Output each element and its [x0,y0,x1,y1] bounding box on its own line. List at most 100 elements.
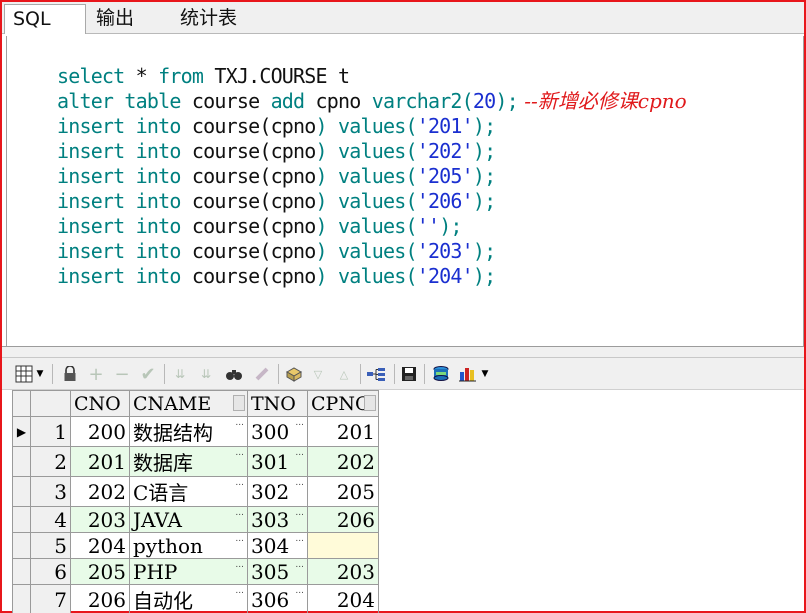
column-menu-button[interactable] [233,395,245,411]
chart-icon[interactable] [458,364,478,384]
table-row[interactable]: 6 205 PHP... 305... 203 [12,558,379,585]
table-row[interactable]: 4 203 JAVA... 303... 206 [12,506,379,533]
cell-ellipsis-button[interactable]: ... [295,509,304,518]
tab-bar: SQL 输出 统计表 [2,2,804,34]
current-row-indicator-icon: ▶ [12,416,31,447]
delete-record-icon[interactable]: − [112,364,132,385]
cell-cpno[interactable]: 206 [307,506,379,533]
table-row[interactable]: 3 202 C语言... 302... 205 [12,476,379,507]
result-grid: CNO CNAME TNO CPNO ▶ 1 200 数据结构... 300..… [12,390,379,613]
last-icon[interactable]: ⇊ [196,364,216,384]
tab-statistics[interactable]: 统计表 [172,4,245,34]
cell-cname[interactable]: C语言... [129,476,248,507]
cell-tno[interactable]: 303... [247,506,308,533]
cell-cpno[interactable]: 205 [307,476,379,507]
cell-cpno[interactable]: 202 [307,446,379,477]
code-line-9: insert into course(cpno) values('204'); [56,264,496,288]
column-header-tno[interactable]: TNO [247,390,308,417]
pane-splitter[interactable] [2,346,804,358]
tab-sql[interactable]: SQL [4,4,86,34]
cell-tno[interactable]: 302... [247,476,308,507]
sql-editor[interactable]: select * from TXJ.COURSE t alter table c… [6,36,804,346]
cell-cno[interactable]: 206 [70,584,130,613]
cell-cname[interactable]: PHP... [129,558,248,585]
cell-ellipsis-button[interactable]: ... [295,449,304,458]
cell-tno[interactable]: 301... [247,446,308,477]
grid-icon[interactable] [14,364,34,384]
clear-icon[interactable] [252,364,272,384]
cell-ellipsis-button[interactable]: ... [295,587,304,596]
grid-header-row: CNO CNAME TNO CPNO [12,390,379,417]
cell-tno[interactable]: 306... [247,584,308,613]
cell-ellipsis-button[interactable]: ... [235,449,244,458]
cell-tno[interactable]: 300... [247,416,308,447]
cell-ellipsis-button[interactable]: ... [235,509,244,518]
table-row[interactable]: 2 201 数据库... 301... 202 [12,446,379,477]
cell-cno[interactable]: 200 [70,416,130,447]
code-line-6: insert into course(cpno) values('206'); [56,189,496,213]
add-record-icon[interactable]: + [86,364,106,385]
row-number: 2 [30,446,71,477]
table-row[interactable]: 5 204 python... 304... [12,532,379,559]
cell-cpno[interactable] [307,532,379,559]
cell-cpno[interactable]: 204 [307,584,379,613]
code-line-1: select * from TXJ.COURSE t [56,64,350,88]
column-menu-button[interactable] [364,395,376,411]
tab-output[interactable]: 输出 [88,4,142,34]
code-line-7: insert into course(cpno) values(''); [56,214,463,238]
filter-down-icon[interactable]: ▽ [308,364,328,384]
code-line-4: insert into course(cpno) values('202'); [56,139,496,163]
code-line-8: insert into course(cpno) values('203'); [56,239,496,263]
cell-ellipsis-button[interactable]: ... [235,535,244,544]
row-indicator [12,532,31,559]
post-icon[interactable]: ✔ [138,364,158,385]
save-icon[interactable] [399,364,419,384]
row-indicator [12,506,31,533]
row-indicator [12,558,31,585]
cell-cno[interactable]: 204 [70,532,130,559]
next-icon[interactable]: ⇊ [170,364,190,384]
cell-ellipsis-button[interactable]: ... [235,561,244,570]
toolbar-separator [424,364,425,384]
find-icon[interactable] [224,364,244,384]
cell-ellipsis-button[interactable]: ... [295,535,304,544]
grid-corner[interactable] [12,390,31,417]
cell-tno[interactable]: 304... [247,532,308,559]
column-header-cpno[interactable]: CPNO [307,390,379,417]
query-by-example-icon[interactable] [284,364,304,384]
result-grid-area: CNO CNAME TNO CPNO ▶ 1 200 数据结构... 300..… [2,390,804,613]
cell-cname[interactable]: 数据结构... [129,416,248,447]
cell-ellipsis-button[interactable]: ... [295,479,304,488]
cell-cname[interactable]: 数据库... [129,446,248,477]
row-number: 1 [30,416,71,447]
code-line-5: insert into course(cpno) values('205'); [56,164,496,188]
chevron-down-icon[interactable]: ▼ [479,364,491,384]
cell-cno[interactable]: 201 [70,446,130,477]
filter-up-icon[interactable]: △ [334,364,354,384]
cell-cname[interactable]: python... [129,532,248,559]
sql-comment: --新增必修课cpno [517,89,687,113]
cell-cpno[interactable]: 201 [307,416,379,447]
cell-ellipsis-button[interactable]: ... [235,419,244,428]
chevron-down-icon[interactable]: ▼ [34,364,46,384]
cell-cname[interactable]: 自动化... [129,584,248,613]
row-indicator [12,476,31,507]
column-header-cname[interactable]: CNAME [129,390,248,417]
cell-ellipsis-button[interactable]: ... [295,419,304,428]
cell-ellipsis-button[interactable]: ... [235,587,244,596]
table-row[interactable]: ▶ 1 200 数据结构... 300... 201 [12,416,379,447]
lock-icon[interactable] [60,364,80,384]
cell-cno[interactable]: 202 [70,476,130,507]
cell-ellipsis-button[interactable]: ... [235,479,244,488]
cell-cno[interactable]: 203 [70,506,130,533]
cell-cno[interactable]: 205 [70,558,130,585]
grid-toolbar: ▼ + − ✔ ⇊ ⇊ ▽ △ ▼ [2,358,804,390]
link-icon[interactable] [366,364,386,384]
cell-cpno[interactable]: 203 [307,558,379,585]
column-header-cno[interactable]: CNO [70,390,130,417]
export-icon[interactable] [431,364,451,384]
table-row[interactable]: 7 206 自动化... 306... 204 [12,584,379,613]
cell-ellipsis-button[interactable]: ... [295,561,304,570]
cell-tno[interactable]: 305... [247,558,308,585]
cell-cname[interactable]: JAVA... [129,506,248,533]
